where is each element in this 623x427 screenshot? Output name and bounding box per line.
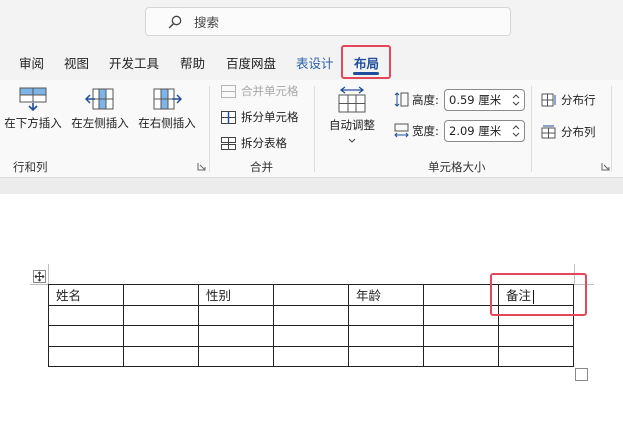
distribute-rows-button[interactable]: 分布行 [541, 92, 596, 108]
table-cell[interactable] [123, 345, 199, 367]
table-cell[interactable] [273, 325, 349, 347]
insert-left-icon [84, 88, 114, 110]
ribbon-panel: 在下方插入 在左侧插入 在右侧插入 行和列 合并单元格 拆分单元格 拆分表格 合… [0, 80, 623, 178]
margin-guide [48, 264, 49, 284]
highlight-remarks-cell [490, 273, 587, 316]
distribute-cols-icon [541, 125, 556, 139]
table-cell[interactable] [123, 304, 199, 326]
table-cell[interactable] [198, 345, 274, 367]
table-cell[interactable] [423, 304, 499, 326]
chevron-down-icon [348, 138, 356, 143]
table-row [48, 345, 574, 367]
insert-right-icon [153, 88, 183, 110]
table-cell[interactable] [48, 345, 124, 367]
table-cell[interactable] [273, 345, 349, 367]
width-value: 2.09 厘米 [449, 124, 502, 138]
table-cell[interactable] [123, 325, 199, 347]
table-cell[interactable]: 性别 [198, 284, 274, 306]
table-cell[interactable] [498, 345, 574, 367]
search-icon [168, 15, 182, 28]
table-cell[interactable] [423, 345, 499, 367]
table-cell[interactable] [423, 284, 499, 306]
split-table-label: 拆分表格 [241, 136, 287, 150]
tab-baidu-netdisk[interactable]: 百度网盘 [226, 53, 276, 72]
search-placeholder: 搜索 [194, 15, 220, 30]
table-resize-handle[interactable] [575, 368, 588, 381]
tab-table-design[interactable]: 表设计 [296, 53, 334, 72]
autofit-icon [338, 86, 366, 113]
height-spinner[interactable]: 0.59 厘米 [444, 89, 525, 111]
split-cells-button[interactable]: 拆分单元格 [221, 109, 299, 125]
highlight-layout-tab [341, 45, 391, 79]
split-cells-icon [221, 110, 236, 124]
separator [531, 86, 532, 172]
table-cell[interactable] [123, 284, 199, 306]
distribute-rows-icon [541, 93, 556, 107]
cell-size-launcher-icon[interactable] [601, 162, 610, 171]
split-table-icon [221, 136, 236, 150]
table-cell[interactable] [48, 325, 124, 347]
tab-help[interactable]: 帮助 [180, 53, 205, 72]
insert-below-label: 在下方插入 [4, 116, 62, 130]
height-value: 0.59 厘米 [449, 93, 502, 107]
ribbon-tabs: 审阅 视图 开发工具 帮助 百度网盘 表设计 布局 [0, 44, 623, 80]
move-arrows-icon [34, 271, 45, 282]
insert-below-icon [19, 87, 47, 112]
split-table-button[interactable]: 拆分表格 [221, 135, 287, 151]
distribute-cols-button[interactable]: 分布列 [541, 124, 596, 140]
distribute-cols-label: 分布列 [561, 125, 596, 139]
distribute-rows-label: 分布行 [561, 93, 596, 107]
table-cell[interactable] [198, 325, 274, 347]
table-cell[interactable] [498, 325, 574, 347]
rows-cols-launcher-icon[interactable] [197, 162, 206, 171]
table-cell[interactable] [423, 325, 499, 347]
table-row [48, 325, 574, 347]
table-cell[interactable]: 姓名 [48, 284, 124, 306]
height-label: 高度: [412, 93, 439, 107]
tab-view[interactable]: 视图 [64, 53, 89, 72]
ribbon-document-gap [0, 178, 623, 194]
group-label-cell-size: 单元格大小 [428, 160, 486, 174]
insert-below-button[interactable]: 在下方插入 [2, 86, 64, 131]
table-cell[interactable] [273, 304, 349, 326]
autofit-label: 自动调整 [329, 118, 375, 132]
width-label: 宽度: [412, 124, 439, 138]
margin-guide [30, 284, 48, 285]
column-width-icon [394, 123, 409, 138]
row-height-icon [394, 92, 409, 107]
tab-review[interactable]: 审阅 [19, 53, 44, 72]
merge-cells-label: 合并单元格 [241, 84, 299, 98]
separator [209, 86, 210, 172]
title-bar: 搜索 [0, 0, 623, 44]
table-cell[interactable] [348, 304, 424, 326]
separator [611, 86, 612, 172]
group-label-merge: 合并 [250, 160, 273, 174]
table-cell[interactable] [273, 284, 349, 306]
insert-left-label: 在左侧插入 [71, 116, 129, 130]
insert-right-button[interactable]: 在右侧插入 [136, 86, 198, 131]
group-label-rows-cols: 行和列 [13, 160, 48, 174]
table-cell[interactable] [348, 345, 424, 367]
table-move-handle[interactable] [33, 270, 46, 283]
table-cell[interactable]: 年龄 [348, 284, 424, 306]
insert-left-button[interactable]: 在左侧插入 [69, 86, 131, 131]
table-cell[interactable] [48, 304, 124, 326]
table-cell[interactable] [348, 325, 424, 347]
table-cell[interactable] [198, 304, 274, 326]
spin-arrows-icon[interactable] [512, 123, 520, 139]
separator [314, 86, 315, 172]
width-spinner[interactable]: 2.09 厘米 [444, 120, 525, 142]
merge-cells-icon [221, 84, 236, 98]
split-cells-label: 拆分单元格 [241, 110, 299, 124]
merge-cells-button[interactable]: 合并单元格 [221, 83, 299, 99]
search-box[interactable]: 搜索 [145, 7, 511, 36]
tab-developer[interactable]: 开发工具 [109, 53, 159, 72]
autofit-button[interactable]: 自动调整 [326, 86, 378, 147]
insert-right-label: 在右侧插入 [138, 116, 196, 130]
spin-arrows-icon[interactable] [512, 92, 520, 108]
